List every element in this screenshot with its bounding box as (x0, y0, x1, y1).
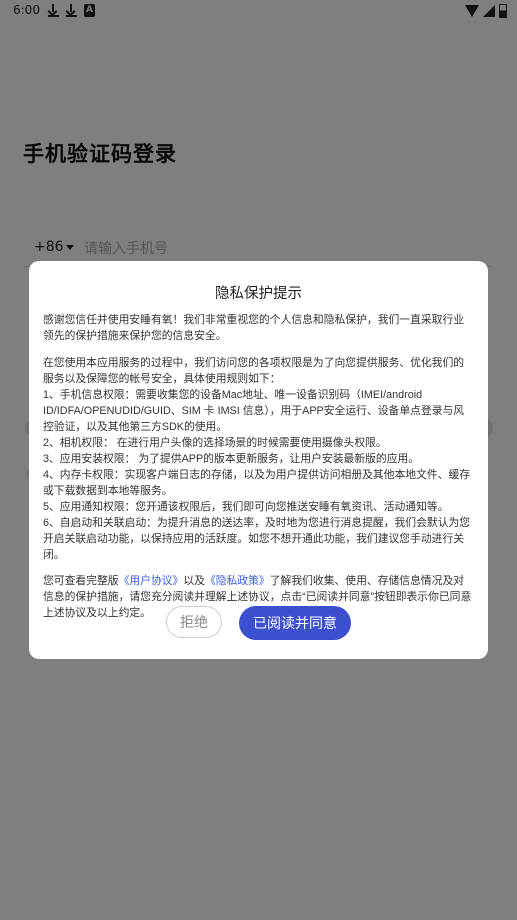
outro-prefix: 您可查看完整版 (43, 575, 119, 587)
outro-mid: 以及 (183, 575, 205, 587)
dialog-title: 隐私保护提示 (215, 286, 302, 302)
permissions-section: 在您使用本应用服务的过程中，我们访问您的各项权限是为了向您提供服务、优化我们的服… (43, 355, 474, 563)
privacy-policy-link[interactable]: 《隐私政策》 (205, 575, 270, 587)
agree-button[interactable]: 已阅读并同意 (239, 606, 351, 640)
privacy-dialog: 隐私保护提示 感谢您信任并使用安睡有氧！我们非常重视您的个人信息和隐私保护，我们… (29, 261, 488, 659)
user-agreement-link[interactable]: 《用户协议》 (119, 575, 184, 587)
rule-item: 4、内存卡权限：实现客户端日志的存储，以及为用户提供访问相册及其他本地文件、缓存… (43, 469, 471, 497)
dialog-actions: 拒绝 已阅读并同意 (29, 606, 488, 640)
rule-item: 3、应用安装权限： 为了提供APP的版本更新服务，让用户安装最新版的应用。 (43, 453, 420, 465)
rule-item: 2、相机权限： 在进行用户头像的选择场景的时候需要使用摄像头权限。 (43, 437, 387, 449)
rule-item: 1、手机信息权限：需要收集您的设备Mac地址、唯一设备识别码（IMEI/andr… (43, 389, 465, 433)
rules-heading: 在您使用本应用服务的过程中，我们访问您的各项权限是为了向您提供服务、优化我们的服… (43, 357, 465, 385)
rule-item: 5、应用通知权限：您开通该权限后，我们即可向您推送安睡有氧资讯、活动通知等。 (43, 501, 449, 513)
reject-button[interactable]: 拒绝 (166, 606, 222, 638)
dialog-intro: 感谢您信任并使用安睡有氧！我们非常重视您的个人信息和隐私保护，我们一直采取行业领… (43, 314, 465, 342)
rule-item: 6、自启动和关联启动：为提升消息的送达率，及时地为您进行消息提醒，我们会默认为您… (43, 517, 471, 561)
